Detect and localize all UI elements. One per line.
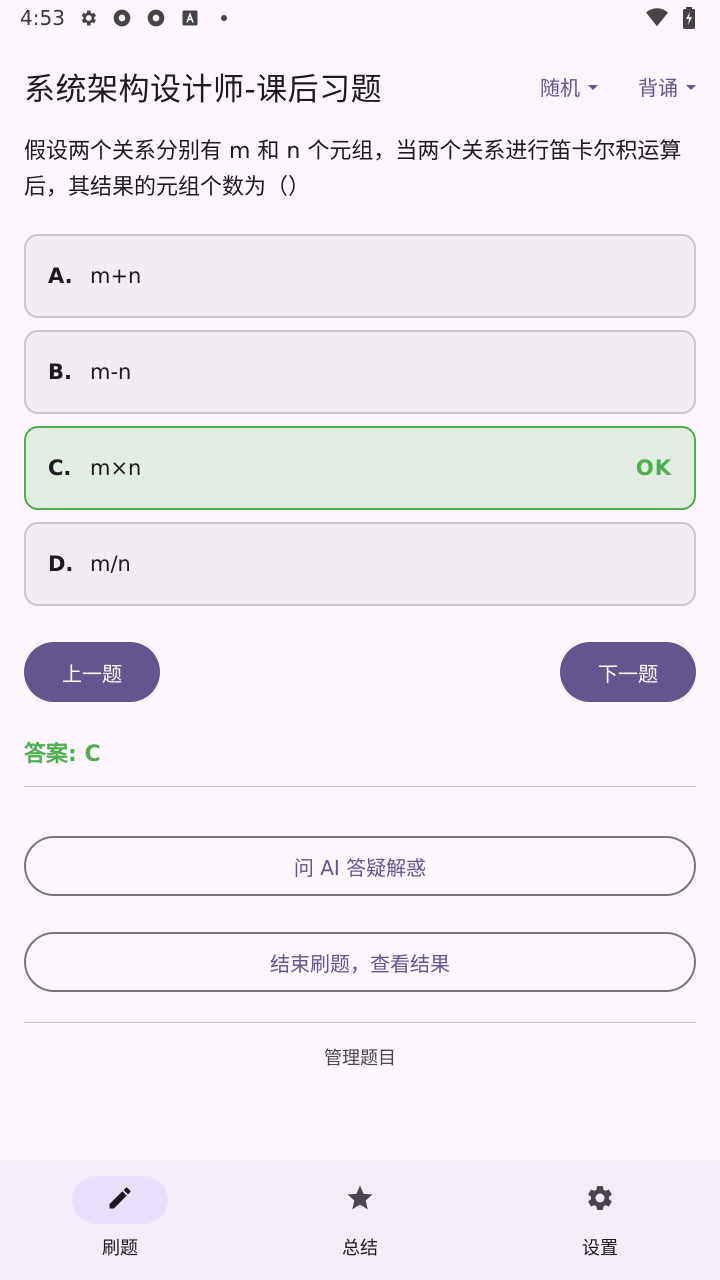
caret-down-icon: [588, 84, 598, 90]
aperture-icon: [111, 7, 133, 29]
status-bar: 4:53: [0, 0, 720, 36]
option-c[interactable]: C. m×n OK: [24, 426, 696, 510]
text-a-icon: [179, 7, 201, 29]
dot-icon: [213, 7, 235, 29]
option-text: m-n: [90, 360, 132, 384]
settings-icon: [77, 7, 99, 29]
nav-label: 设置: [582, 1238, 618, 1259]
option-text: m×n: [90, 456, 142, 480]
divider: [24, 1022, 696, 1023]
options-list: A. m+n B. m-n C. m×n OK D. m/n: [24, 234, 696, 618]
aperture-icon: [145, 7, 167, 29]
option-status: OK: [635, 456, 672, 480]
nav-item-settings[interactable]: 设置: [480, 1160, 720, 1280]
app-header: 系统架构设计师-课后习题 随机 背诵: [24, 62, 696, 110]
study-dropdown-label: 背诵: [638, 75, 678, 100]
study-dropdown[interactable]: 背诵: [638, 72, 696, 101]
divider: [24, 786, 696, 787]
nav-item-summary[interactable]: 总结: [240, 1160, 480, 1280]
page-title: 系统架构设计师-课后习题: [24, 71, 383, 108]
nav-indicator: [312, 1176, 408, 1224]
question-text: 假设两个关系分别有 m 和 n 个元组，当两个关系进行笛卡尔积运算后，其结果的元…: [24, 139, 682, 200]
nav-item-practice[interactable]: 刷题: [0, 1160, 240, 1280]
option-letter: D.: [48, 552, 74, 576]
nav-label: 刷题: [102, 1238, 138, 1259]
finish-quiz-button[interactable]: 结束刷题，查看结果: [24, 932, 696, 992]
mode-dropdown-label: 随机: [540, 75, 580, 100]
ask-ai-button[interactable]: 问 AI 答疑解惑: [24, 836, 696, 896]
option-d[interactable]: D. m/n: [24, 522, 696, 606]
caret-down-icon: [686, 84, 696, 90]
option-text: m+n: [90, 264, 142, 288]
nav-indicator: [72, 1176, 168, 1224]
option-b[interactable]: B. m-n: [24, 330, 696, 414]
battery-icon: [678, 7, 700, 29]
option-letter: A.: [48, 264, 73, 288]
option-a[interactable]: A. m+n: [24, 234, 696, 318]
answer-text: 答案: C: [24, 742, 101, 767]
option-letter: C.: [48, 456, 72, 480]
option-letter: B.: [48, 360, 72, 384]
next-question-button[interactable]: 下一题: [560, 642, 696, 702]
star-icon: [345, 1183, 375, 1217]
prev-question-button[interactable]: 上一题: [24, 642, 160, 702]
pencil-icon: [106, 1184, 134, 1216]
status-time: 4:53: [20, 6, 65, 30]
nav-indicator: [552, 1176, 648, 1224]
manage-questions-link[interactable]: 管理题目: [0, 1044, 720, 1070]
option-text: m/n: [90, 552, 131, 576]
gear-icon: [585, 1183, 615, 1217]
nav-label: 总结: [342, 1238, 378, 1259]
mode-dropdown[interactable]: 随机: [540, 72, 598, 101]
bottom-navigation: 刷题 总结 设置: [0, 1160, 720, 1280]
wifi-icon: [646, 7, 668, 29]
